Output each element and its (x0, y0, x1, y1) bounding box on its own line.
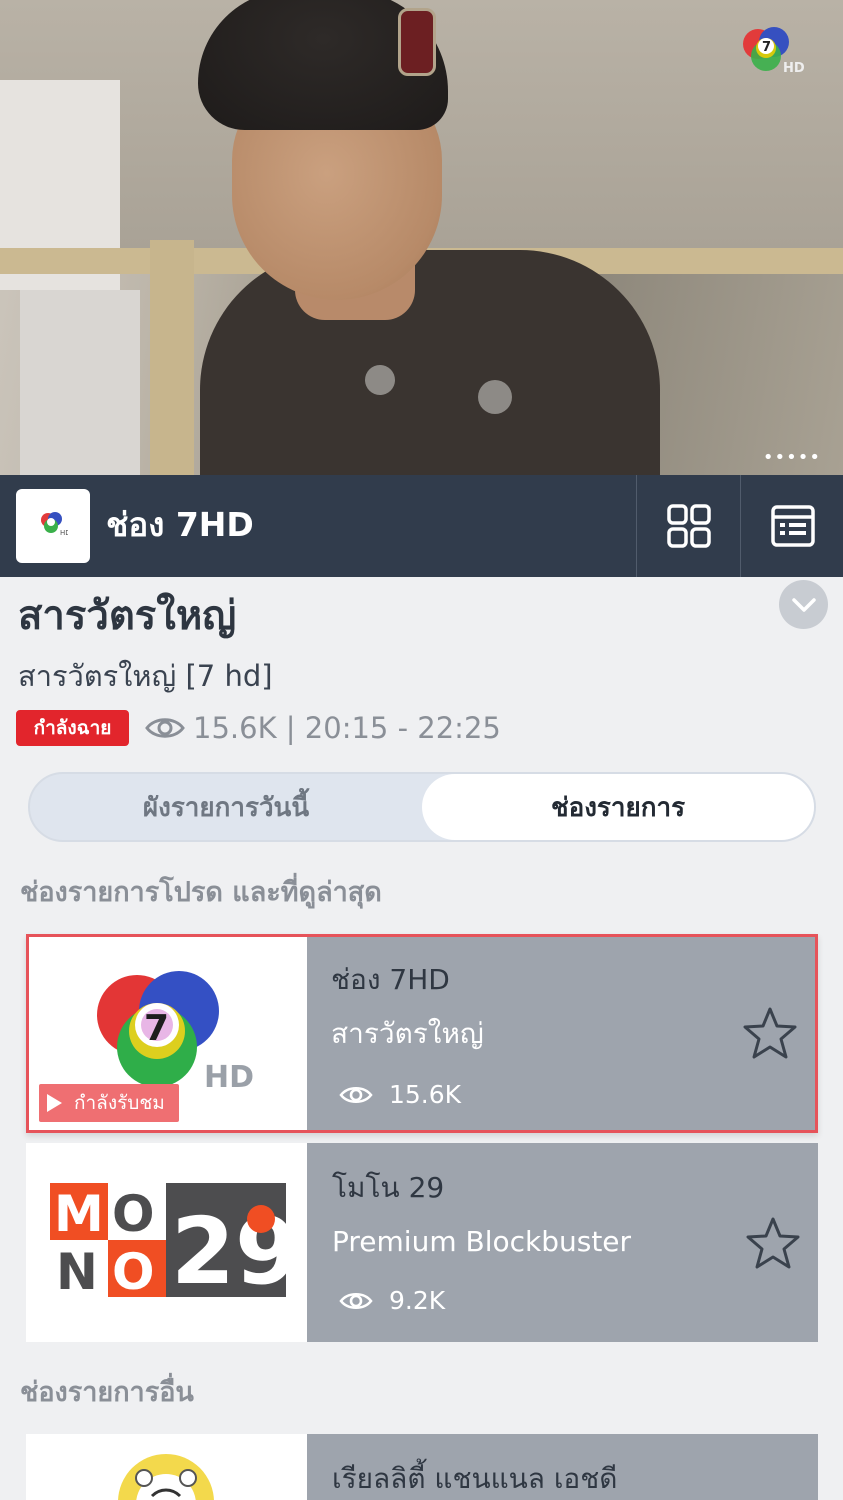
channel-7hd-logo-icon: HD (41, 512, 68, 537)
eye-icon (339, 1292, 373, 1310)
video-beret-badge (398, 8, 436, 76)
channel-card-7hd[interactable]: 7 HD กำลังรับชม ช่อง 7HD สารวัตรใหญ่ 15.… (26, 934, 818, 1133)
video-shelf-post (150, 240, 194, 475)
program-subtitle: สารวัตรใหญ่ [7 hd] (18, 659, 273, 693)
play-icon (47, 1094, 62, 1112)
video-uniform-pin (478, 380, 512, 414)
mono29-logo-icon: M O N O 29 (50, 1183, 299, 1305)
card-view-count: 15.6K (389, 1080, 462, 1109)
svg-text:O: O (112, 1243, 155, 1301)
card-channel-name: โมโน 29 (332, 1171, 445, 1204)
live-status-badge: กำลังฉาย (16, 710, 129, 746)
card-views: 15.6K (339, 1078, 461, 1112)
section-other-channels-label: ช่องรายการอื่น (20, 1377, 194, 1408)
card-view-count: 9.2K (389, 1286, 446, 1315)
grid-icon (666, 504, 711, 548)
channel-thumbnail (26, 1434, 307, 1500)
channel-watermark-logo: 7 HD (743, 27, 805, 76)
segmented-tabs: ผังรายการวันนี้ ช่องรายการ (28, 772, 816, 842)
channel-bar: HD ช่อง 7HD (0, 475, 843, 577)
card-program-name: Premium Blockbuster (332, 1225, 632, 1258)
program-views-time: 15.6K | 20:15 - 22:25 (145, 709, 501, 747)
video-player[interactable]: 7 HD ••••• (0, 0, 843, 475)
eye-icon (339, 1086, 373, 1104)
video-uniform-pin (365, 365, 395, 395)
chevron-down-icon (791, 597, 816, 612)
channel-thumbnail: M O N O 29 (26, 1143, 307, 1342)
video-person-uniform (200, 250, 660, 475)
svg-text:7: 7 (762, 40, 771, 55)
svg-text:HD: HD (60, 529, 68, 537)
program-guide-icon (770, 505, 815, 547)
channel-thumbnail: 7 HD กำลังรับชม (29, 937, 307, 1130)
favorite-star-icon[interactable] (741, 1005, 799, 1063)
tab-channels[interactable]: ช่องรายการ (422, 774, 814, 840)
eye-icon (145, 718, 185, 738)
now-watching-label: กำลังรับชม (74, 1092, 165, 1114)
svg-text:O: O (112, 1185, 155, 1243)
channel-card-reality[interactable]: เรียลลิตี้ แชนแนล เอชดี (26, 1434, 818, 1500)
channel-card-mono29[interactable]: M O N O 29 โมโน 29 Premium Blockbuster 9… (26, 1143, 818, 1342)
program-guide-button[interactable] (740, 475, 843, 577)
favorite-star-icon[interactable] (744, 1215, 802, 1273)
tab-today-schedule[interactable]: ผังรายการวันนี้ (30, 774, 422, 840)
more-options-icon[interactable]: ••••• (763, 449, 821, 467)
card-views: 9.2K (339, 1284, 445, 1318)
video-wall-board (20, 290, 140, 475)
card-program-name: สารวัตรใหญ่ (331, 1017, 484, 1050)
section-favorites-label: ช่องรายการโปรด และที่ดูล่าสุด (20, 877, 382, 908)
now-watching-badge: กำลังรับชม (39, 1084, 179, 1122)
card-channel-name: ช่อง 7HD (331, 963, 450, 996)
views-and-time: 15.6K | 20:15 - 22:25 (193, 711, 501, 745)
channel-logo: HD (16, 489, 90, 563)
svg-text:7: 7 (144, 1008, 169, 1049)
grid-view-button[interactable] (636, 475, 740, 577)
reality-channel-logo-icon (118, 1454, 214, 1500)
svg-text:M: M (54, 1185, 104, 1243)
program-title: สารวัตรใหญ่ (18, 593, 237, 639)
svg-text:HD: HD (783, 61, 805, 76)
card-channel-name: เรียลลิตี้ แชนแนล เอชดี (332, 1462, 618, 1495)
svg-text:29: 29 (171, 1198, 299, 1305)
svg-text:N: N (56, 1243, 98, 1301)
hd-logo-text: HD (204, 1060, 254, 1095)
channel-name: ช่อง 7HD (106, 505, 254, 544)
collapse-button[interactable] (779, 580, 828, 629)
